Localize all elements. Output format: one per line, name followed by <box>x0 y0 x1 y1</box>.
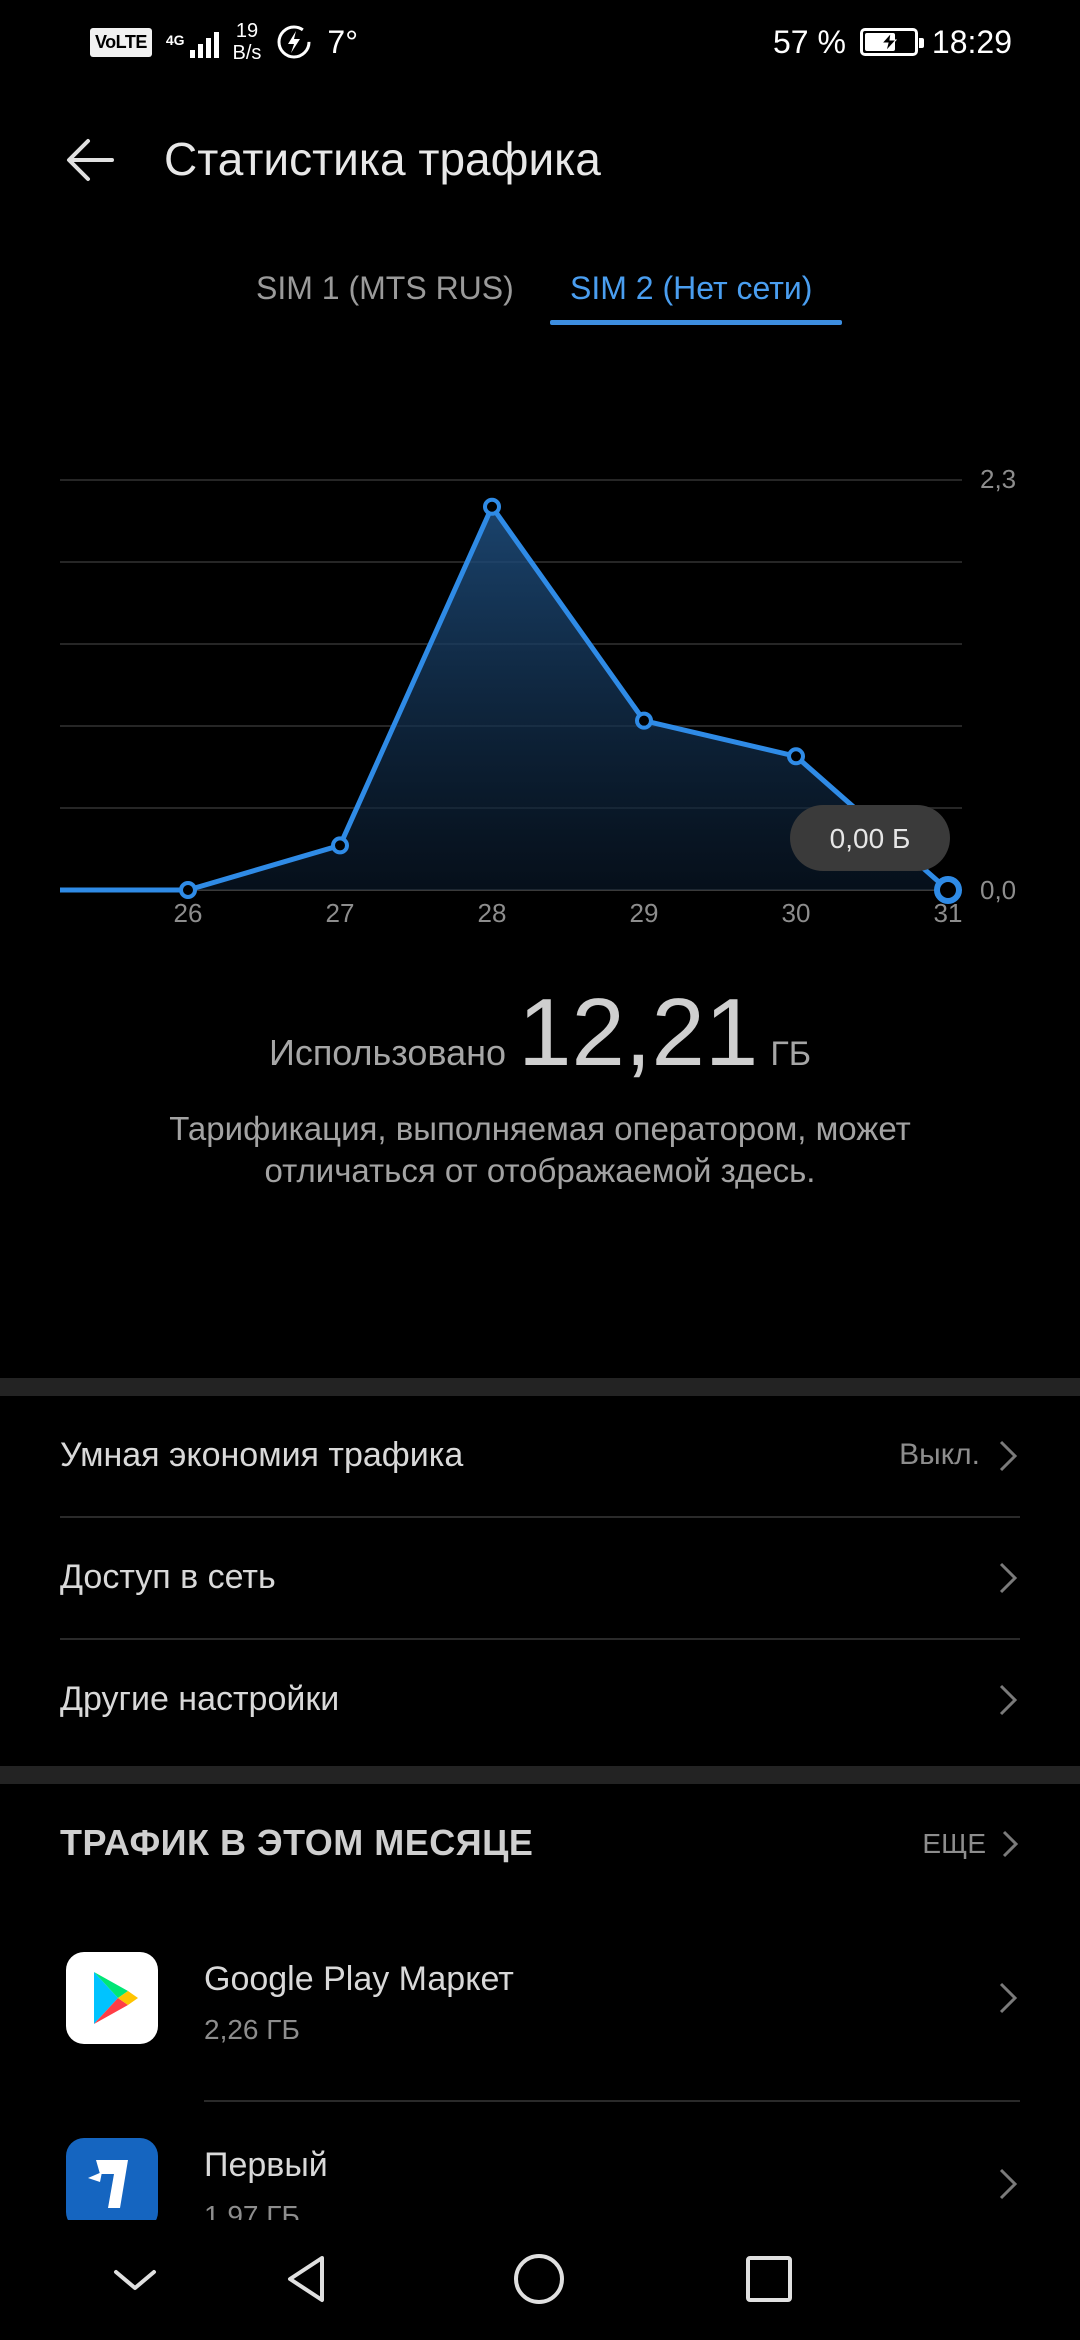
back-nav-icon[interactable] <box>272 2244 342 2314</box>
settings-row-label: Умная экономия трафика <box>60 1436 464 1474</box>
data-point <box>787 747 805 766</box>
traffic-chart-svg: 26 27 28 29 30 31 2,3 0,0 0,00 Б <box>60 464 1016 928</box>
app-name: Первый <box>204 2146 328 2184</box>
x-tick-label: 29 <box>630 898 659 928</box>
network-type: 4G <box>165 32 185 48</box>
app-header: Статистика трафика <box>0 110 1080 210</box>
app-name: Google Play Маркет <box>204 1960 514 1998</box>
back-arrow-icon[interactable] <box>60 132 120 188</box>
battery-percent: 57 % <box>772 23 846 60</box>
chevron-right-icon <box>999 1562 1018 1594</box>
volte-indicator: VoLTE <box>90 27 152 57</box>
chevron-right-icon <box>999 1982 1018 2014</box>
x-tick-label: 28 <box>478 898 507 928</box>
more-label: ЕЩЕ <box>922 1828 986 1859</box>
tab-sim1[interactable]: SIM 1 (MTS RUS) <box>256 270 514 307</box>
network-speed: 19 B/s <box>232 20 262 64</box>
tooltip-label: 0,00 Б <box>830 823 911 854</box>
sim-tabs: SIM 1 (MTS RUS) SIM 2 (Нет сети) <box>0 258 1080 328</box>
active-tab-indicator <box>550 320 842 325</box>
usage-summary: Использовано 12,21 ГБ <box>0 978 1080 1088</box>
perviy-channel-icon <box>66 2138 158 2230</box>
settings-row-smart-saving[interactable]: Умная экономия трафика Выкл. <box>60 1396 1020 1518</box>
x-tick-label: 26 <box>174 898 203 928</box>
data-point <box>635 711 653 730</box>
y-tick-label: 2,3 <box>980 464 1016 494</box>
usage-unit: ГБ <box>770 1035 812 1073</box>
billing-note: Тарификация, выполняемая оператором, мож… <box>169 1110 911 1189</box>
usage-label: Использовано <box>268 1032 507 1073</box>
chevron-right-icon <box>999 1684 1018 1716</box>
y-tick-label: 0,0 <box>980 875 1016 905</box>
chevron-right-icon <box>999 1440 1018 1472</box>
app-row-google-play[interactable]: Google Play Маркет 2,26 ГБ <box>60 1916 1020 2102</box>
more-button[interactable]: ЕЩЕ <box>922 1828 1020 1860</box>
battery-icon <box>859 28 924 56</box>
chevron-right-icon <box>999 2168 1018 2200</box>
page-title: Статистика трафика <box>164 133 601 185</box>
settings-row-other[interactable]: Другие настройки <box>60 1640 1020 1762</box>
section-divider <box>0 1766 1080 1784</box>
clock: 18:29 <box>931 23 1012 60</box>
settings-row-value: Выкл. <box>899 1438 980 1471</box>
x-tick-label: 31 <box>934 898 963 928</box>
power-saving-icon <box>277 25 311 59</box>
x-tick-label: 30 <box>782 898 811 928</box>
recents-nav-icon[interactable] <box>734 2244 804 2314</box>
x-tick-label: 27 <box>326 898 355 928</box>
traffic-chart[interactable]: 26 27 28 29 30 31 2,3 0,0 0,00 Б <box>0 430 1080 950</box>
data-point <box>179 881 197 899</box>
hide-nav-chevron-icon[interactable] <box>100 2244 170 2314</box>
data-point <box>483 497 501 516</box>
system-nav-bar <box>0 2220 1080 2340</box>
home-nav-icon[interactable] <box>504 2244 574 2314</box>
usage-value: 12,21 <box>518 979 759 1086</box>
signal-icon: 4G <box>166 26 219 58</box>
tab-sim2[interactable]: SIM 2 (Нет сети) <box>570 270 812 307</box>
settings-row-label: Доступ в сеть <box>60 1558 276 1596</box>
data-point <box>331 836 349 855</box>
google-play-icon <box>66 1952 158 2044</box>
weather-temperature: 7° <box>327 23 359 60</box>
settings-row-label: Другие настройки <box>60 1680 340 1718</box>
settings-row-network-access[interactable]: Доступ в сеть <box>60 1518 1020 1640</box>
app-traffic: 2,26 ГБ <box>204 2014 300 2045</box>
chevron-right-icon <box>1002 1830 1019 1858</box>
section-divider <box>0 1378 1080 1396</box>
status-bar: VoLTE 4G 19 B/s 7° 57 % 18:29 <box>0 0 1080 84</box>
monthly-traffic-title: ТРАФИК В ЭТОМ МЕСЯЦЕ <box>60 1822 534 1863</box>
